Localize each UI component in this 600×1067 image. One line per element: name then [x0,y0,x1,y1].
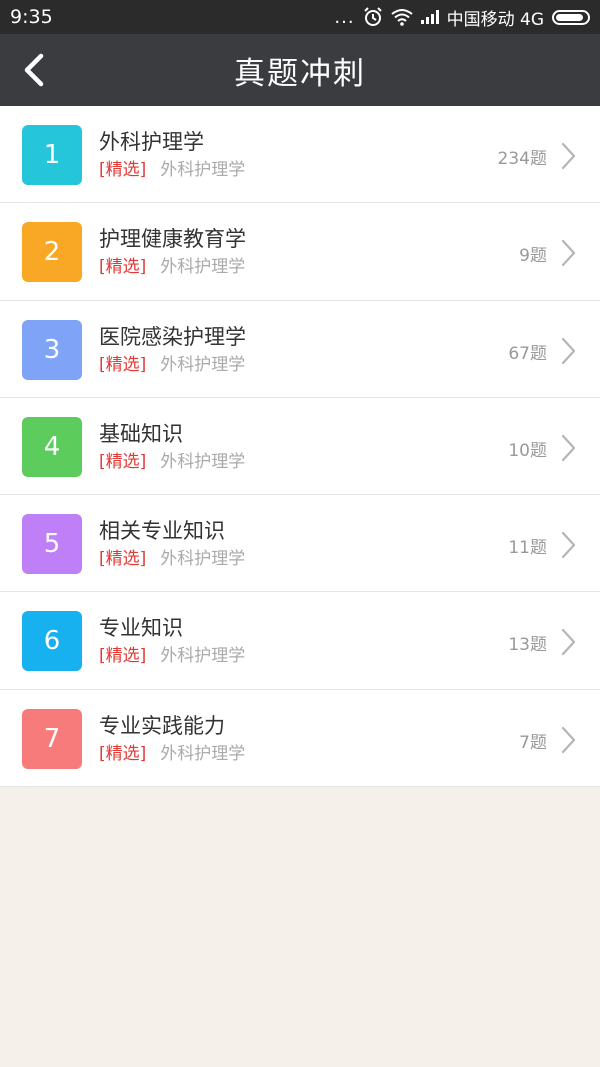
item-number-badge: 5 [22,514,82,575]
item-number-badge: 6 [22,611,82,672]
item-number-badge: 2 [22,222,82,283]
chevron-right-icon [561,629,576,656]
chevron-right-icon [561,240,576,267]
list-item[interactable]: 1 外科护理学 [精选] 外科护理学 234题 [0,106,600,204]
featured-tag: [精选] [99,257,147,278]
item-texts: 专业知识 [精选] 外科护理学 [99,614,245,668]
featured-tag: [精选] [99,354,147,375]
item-subtitle: [精选] 外科护理学 [99,742,245,766]
item-texts: 相关专业知识 [精选] 外科护理学 [99,517,245,571]
app-bar: 真题冲刺 [0,34,600,106]
item-subtitle: [精选] 外科护理学 [99,644,245,668]
status-time: 9:35 [10,6,53,28]
signal-icon [420,10,439,24]
item-title: 相关专业知识 [99,519,225,544]
item-category: 外科护理学 [160,549,246,570]
item-title: 护理健康教育学 [99,227,246,252]
battery-icon [552,9,590,25]
item-number: 7 [43,723,61,754]
featured-tag: [精选] [99,451,147,472]
question-count: 9题 [519,246,547,267]
item-texts: 专业实践能力 [精选] 外科护理学 [99,712,245,766]
question-count: 234题 [497,149,547,169]
item-subtitle: [精选] 外科护理学 [99,353,246,377]
item-subtitle: [精选] 外科护理学 [99,158,245,182]
carrier-label: 中国移动 4G [446,9,544,30]
item-number-badge: 3 [22,319,82,380]
item-number-badge: 4 [22,416,82,477]
alarm-icon [363,7,382,26]
list-item[interactable]: 3 医院感染护理学 [精选] 外科护理学 67题 [0,301,600,398]
featured-tag: [精选] [99,160,147,180]
item-category: 外科护理学 [160,257,246,278]
chevron-right-icon [561,532,576,559]
item-title: 医院感染护理学 [99,324,246,349]
list-item[interactable]: 7 专业实践能力 [精选] 外科护理学 7题 [0,690,600,788]
question-count: 11题 [508,538,547,559]
item-subtitle: [精选] 外科护理学 [99,547,245,571]
item-texts: 外科护理学 [精选] 外科护理学 [99,128,245,182]
question-count: 7题 [519,732,547,753]
list-item[interactable]: 4 基础知识 [精选] 外科护理学 10题 [0,398,600,496]
item-number: 6 [43,626,61,657]
featured-tag: [精选] [99,743,147,764]
item-category: 外科护理学 [160,160,246,180]
page-title: 真题冲刺 [234,55,366,92]
item-number: 5 [43,529,61,560]
chapter-list: 1 外科护理学 [精选] 外科护理学 234题 2 护理健康教育学 [精选] 外科护… [0,106,600,788]
question-count: 13题 [508,635,547,656]
notification-dots: ... [334,6,355,28]
item-title: 专业知识 [99,616,183,641]
chevron-right-icon [561,142,576,170]
item-title: 专业实践能力 [99,713,225,738]
item-number-badge: 7 [22,708,82,769]
item-title: 外科护理学 [99,130,204,154]
chevron-right-icon [561,337,576,364]
back-arrow-icon [24,53,44,87]
item-texts: 护理健康教育学 [精选] 外科护理学 [99,225,246,279]
item-number: 1 [43,140,61,170]
question-count: 10题 [508,440,547,461]
list-item[interactable]: 2 护理健康教育学 [精选] 外科护理学 9题 [0,203,600,301]
item-number: 3 [43,334,61,365]
item-number: 4 [43,431,61,462]
back-button[interactable] [16,52,52,88]
item-texts: 基础知识 [精选] 外科护理学 [99,420,245,474]
item-texts: 医院感染护理学 [精选] 外科护理学 [99,323,246,377]
item-subtitle: [精选] 外科护理学 [99,255,246,279]
item-category: 外科护理学 [160,354,246,375]
status-right: ... 中国移动 4G [334,5,590,30]
item-subtitle: [精选] 外科护理学 [99,450,245,474]
item-number: 2 [43,237,61,268]
wifi-icon [390,9,413,26]
item-category: 外科护理学 [160,743,246,764]
item-title: 基础知识 [99,421,183,446]
featured-tag: [精选] [99,646,147,667]
list-item[interactable]: 6 专业知识 [精选] 外科护理学 13题 [0,592,600,690]
chevron-right-icon [561,726,576,753]
list-item[interactable]: 5 相关专业知识 [精选] 外科护理学 11题 [0,495,600,593]
question-count: 67题 [508,343,547,364]
status-bar: 9:35 ... 中国移动 4G [0,0,600,34]
chevron-right-icon [561,434,576,461]
item-category: 外科护理学 [160,646,246,667]
featured-tag: [精选] [99,549,147,570]
item-number-badge: 1 [22,125,82,185]
item-category: 外科护理学 [160,451,246,472]
